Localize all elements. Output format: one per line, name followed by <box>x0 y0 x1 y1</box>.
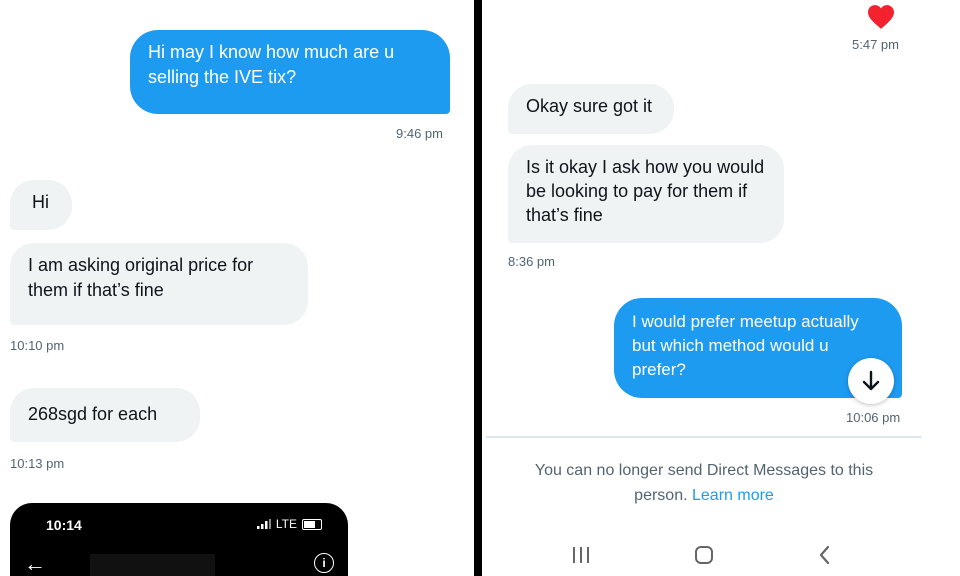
right-conversation: 5:47 pm Okay sure got it Is it okay I as… <box>486 0 960 576</box>
heart-icon <box>868 5 894 29</box>
back-arrow-icon[interactable]: ← <box>24 551 46 576</box>
status-bar-time: 10:14 <box>46 517 82 533</box>
timestamp: 10:06 pm <box>846 410 901 425</box>
message-received-268sgd[interactable]: 268sgd for each <box>10 388 200 442</box>
info-icon[interactable]: i <box>314 553 334 573</box>
left-conversation: Hi may I know how much are u selling the… <box>0 0 470 576</box>
screenshot-divider <box>474 0 482 576</box>
home-icon[interactable] <box>689 540 719 570</box>
embedded-phone-screenshot: 10:14 LTE ← i <box>10 503 348 576</box>
message-sent-price-question[interactable]: Hi may I know how much are u selling the… <box>130 30 450 114</box>
redacted-username <box>90 554 215 576</box>
message-received-okay-sure[interactable]: Okay sure got it <box>508 84 674 134</box>
timestamp: 8:36 pm <box>508 254 555 269</box>
status-bar-indicators: LTE <box>256 517 322 531</box>
back-icon[interactable] <box>810 540 840 570</box>
timestamp: 9:46 pm <box>396 126 443 141</box>
learn-more-link[interactable]: Learn more <box>692 487 774 504</box>
battery-icon <box>302 518 322 530</box>
scroll-to-bottom-button[interactable] <box>848 358 894 404</box>
network-label: LTE <box>275 517 297 531</box>
signal-icon <box>256 519 271 529</box>
composer-divider <box>486 436 922 438</box>
timestamp: 5:47 pm <box>852 37 899 52</box>
arrow-down-icon <box>862 370 880 391</box>
recent-apps-icon[interactable] <box>566 540 596 570</box>
timestamp: 10:10 pm <box>10 338 65 353</box>
message-received-hi[interactable]: Hi <box>10 180 72 230</box>
timestamp: 10:13 pm <box>10 456 65 471</box>
message-received-payment-question[interactable]: Is it okay I ask how you would be lookin… <box>508 145 784 243</box>
message-received-original-price[interactable]: I am asking original price for them if t… <box>10 243 308 325</box>
dm-disabled-notice: You can no longer send Direct Messages t… <box>506 458 902 508</box>
